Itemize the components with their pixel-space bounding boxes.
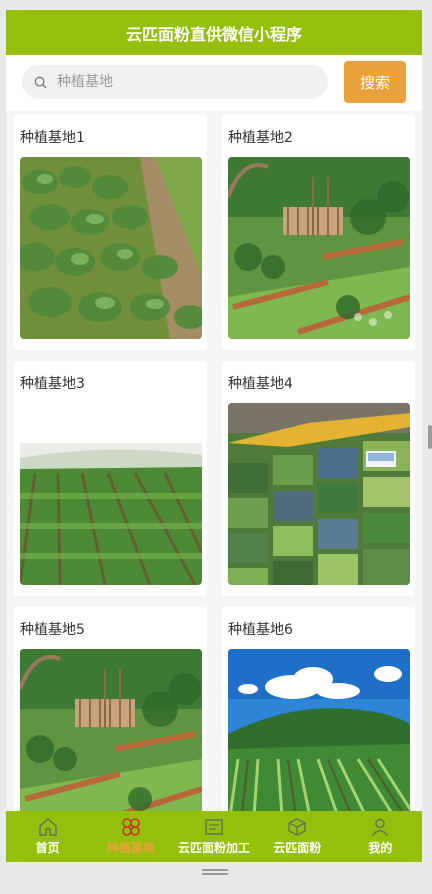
phone-screen: 云匹面粉直供微信小程序 搜索 种植基地1 — [6, 10, 422, 862]
search-bar: 搜索 — [6, 55, 422, 111]
card-image[interactable] — [20, 649, 202, 831]
card-title: 种植基地4 — [228, 376, 293, 392]
card-image[interactable] — [228, 403, 410, 585]
app-title: 云匹面粉直供微信小程序 — [125, 24, 302, 44]
base-card[interactable]: 种植基地3 — [14, 361, 207, 596]
base-card[interactable]: 种植基地2 — [222, 115, 415, 350]
base-card[interactable]: 种植基地4 — [222, 361, 415, 596]
tab-label: 云匹面粉 — [273, 841, 322, 855]
tab-label: 我的 — [368, 841, 393, 855]
search-icon — [34, 76, 47, 88]
card-title: 种植基地1 — [20, 130, 85, 146]
tab-planting-base[interactable]: 种植基地 — [89, 811, 172, 862]
tab-flour[interactable]: 云匹面粉 — [256, 811, 339, 862]
card-title: 种植基地5 — [20, 622, 85, 638]
card-image[interactable] — [20, 403, 202, 585]
search-box[interactable] — [22, 65, 328, 99]
card-title: 种植基地3 — [20, 376, 85, 392]
base-card[interactable]: 种植基地1 — [14, 115, 207, 350]
card-image[interactable] — [20, 157, 202, 339]
flower-icon — [122, 818, 140, 836]
box-icon — [288, 818, 306, 836]
search-input[interactable] — [55, 73, 309, 91]
tab-label: 种植基地 — [106, 841, 155, 855]
home-indicator[interactable] — [202, 869, 228, 875]
base-card[interactable]: 种植基地5 — [14, 607, 207, 842]
app-header: 云匹面粉直供微信小程序 — [6, 10, 422, 55]
card-title: 种植基地2 — [228, 130, 293, 146]
tab-flour-processing[interactable]: 云匹面粉加工 — [172, 811, 255, 862]
base-card[interactable]: 种植基地6 — [222, 607, 415, 842]
search-button-label: 搜索 — [359, 73, 390, 92]
card-title: 种植基地6 — [228, 622, 293, 638]
tab-home[interactable]: 首页 — [6, 811, 89, 862]
home-icon — [38, 818, 57, 836]
scrollbar[interactable] — [428, 425, 432, 449]
tab-label: 首页 — [35, 841, 60, 855]
bottom-tabbar: 首页 种植基地 云匹面粉加工 云匹面粉 我的 — [6, 811, 422, 862]
factory-icon — [205, 819, 223, 835]
user-icon — [372, 818, 389, 836]
tab-mine[interactable]: 我的 — [339, 811, 422, 862]
card-image[interactable] — [228, 157, 410, 339]
card-image[interactable] — [228, 649, 410, 831]
search-button[interactable]: 搜索 — [344, 61, 406, 103]
tab-label: 云匹面粉加工 — [178, 841, 251, 855]
